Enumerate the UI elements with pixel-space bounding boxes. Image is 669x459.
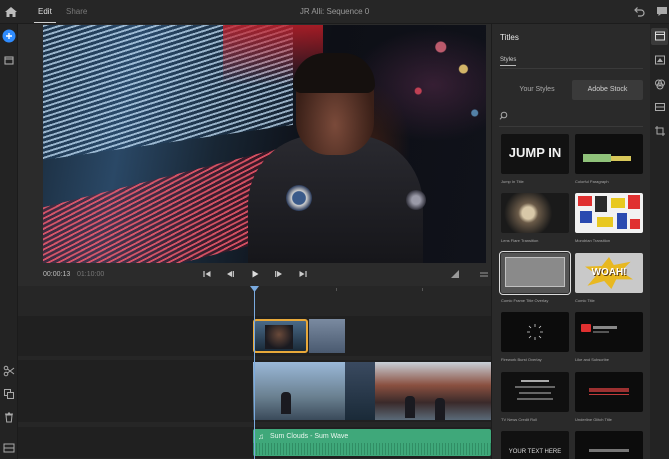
left-toolbar (0, 24, 18, 459)
top-bar: Edit Share JR Alli: Sequence 0 (0, 0, 669, 24)
add-media-icon[interactable] (2, 29, 16, 43)
tab-share[interactable]: Share (66, 7, 87, 16)
search-icon[interactable] (499, 111, 508, 120)
title-caption: Firework Burst Overlay (501, 357, 542, 362)
audio-clip[interactable]: ♫ Sum Clouds - Sum Wave (253, 429, 491, 456)
video-preview[interactable] (43, 25, 486, 263)
title-thumbnail[interactable]: JUMP IN (501, 134, 569, 174)
title-thumbnail[interactable] (501, 193, 569, 233)
program-monitor: 00:00:13 01:10:00 (18, 24, 491, 286)
title-thumbnail[interactable] (575, 372, 643, 412)
title-thumbnail[interactable] (501, 312, 569, 352)
home-icon[interactable] (3, 4, 19, 20)
title-thumbnail[interactable] (501, 372, 569, 412)
nasa-patch (286, 185, 312, 211)
duplicate-icon[interactable] (2, 387, 16, 401)
right-toolbar (650, 24, 669, 459)
aspect-ratio-icon[interactable] (450, 269, 460, 279)
title-caption: Lens Flare Transition (501, 238, 539, 243)
title-thumbnail[interactable]: WOAH! (575, 253, 643, 293)
title-caption: TV News Credit Roll (501, 417, 538, 422)
tab-edit[interactable]: Edit (34, 7, 56, 23)
title-caption: Underline Glitch Title (575, 417, 612, 422)
audio-waveform (253, 443, 491, 455)
play-icon[interactable] (250, 269, 260, 279)
title-thumbnail[interactable] (575, 312, 643, 352)
project-title: JR Alli: Sequence 0 (299, 7, 370, 16)
titles-panel: Titles Styles Your Styles Adobe Stock JU… (491, 24, 650, 459)
crop-icon[interactable] (654, 125, 666, 137)
title-thumbnail[interactable] (575, 134, 643, 174)
thumb-text: WOAH! (591, 267, 627, 278)
video-clip[interactable] (253, 362, 345, 420)
selected-video-clip[interactable] (253, 319, 308, 353)
titles-icon[interactable] (654, 30, 666, 42)
title-thumbnail-selected[interactable] (499, 251, 571, 295)
split-clip-icon[interactable] (2, 364, 16, 378)
title-caption: Mondrian Transition (575, 238, 611, 243)
title-caption: Jump In Title (501, 179, 524, 184)
title-caption: Colorful Paragraph (575, 179, 609, 184)
title-caption: Like and Subscribe (575, 357, 610, 362)
transitions-icon[interactable] (654, 54, 666, 66)
delete-icon[interactable] (2, 410, 16, 424)
playhead[interactable] (254, 288, 255, 459)
viewer-menu-icon[interactable] (479, 270, 489, 280)
title-thumbnail[interactable]: YOUR TEXT HERE (501, 431, 569, 459)
video-clip[interactable] (345, 362, 375, 420)
track-controls-icon[interactable] (2, 441, 16, 455)
person-hair (293, 53, 375, 93)
title-caption: Comic Title (575, 298, 595, 303)
project-assets-icon[interactable] (2, 53, 16, 67)
your-styles-button[interactable]: Your Styles (502, 80, 572, 100)
music-note-icon: ♫ (258, 432, 264, 441)
audio-clip-label: Sum Clouds - Sum Wave (270, 433, 349, 440)
thumb-text: YOUR TEXT HERE (508, 449, 562, 455)
video-clip[interactable] (375, 362, 491, 420)
go-to-start-icon[interactable] (202, 269, 212, 279)
go-to-end-icon[interactable] (298, 269, 308, 279)
title-thumbnail[interactable] (575, 431, 643, 459)
step-back-icon[interactable] (225, 269, 235, 279)
shoulder-patch (406, 190, 426, 210)
tab-styles[interactable]: Styles (500, 57, 517, 66)
step-forward-icon[interactable] (274, 269, 284, 279)
panel-title: Titles (500, 33, 519, 42)
video-clip[interactable] (309, 319, 345, 353)
title-thumbnail[interactable] (575, 193, 643, 233)
title-caption: Comic Frame Title Overlay (501, 298, 549, 303)
thumb-text: JUMP IN (508, 145, 562, 160)
undo-icon[interactable] (632, 5, 646, 19)
time-ruler[interactable] (252, 286, 491, 298)
premiere-rush-window: Edit Share JR Alli: Sequence 0 00:00:13 … (0, 0, 669, 459)
current-timecode: 00:00:13 (43, 271, 71, 278)
color-icon[interactable] (654, 78, 666, 90)
audio-icon[interactable] (654, 101, 666, 113)
city-bokeh (373, 25, 486, 135)
total-duration: 01:10:00 (77, 271, 105, 278)
feedback-icon[interactable] (655, 4, 669, 18)
adobe-stock-button[interactable]: Adobe Stock (572, 80, 643, 100)
